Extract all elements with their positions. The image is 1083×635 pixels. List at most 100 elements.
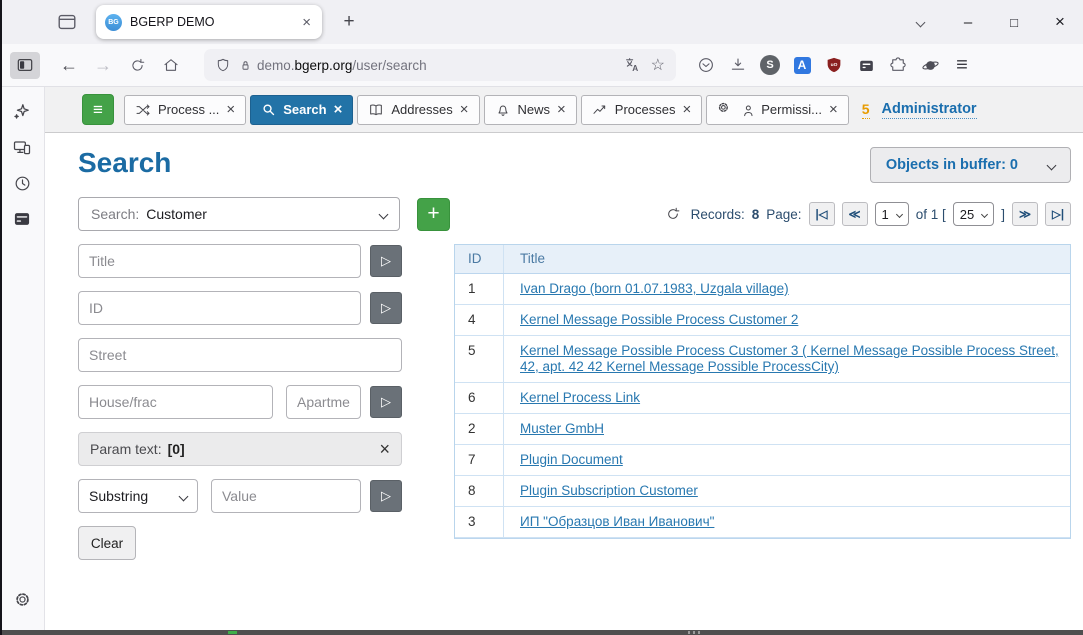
- app-tab-close-icon[interactable]: ×: [334, 101, 343, 118]
- browser-titlebar: BG BGERP DEMO × + – □ ×: [0, 0, 1083, 44]
- lock-icon[interactable]: [238, 58, 253, 73]
- clear-button[interactable]: Clear: [78, 526, 136, 560]
- page-of-text: of 1 [: [916, 207, 946, 222]
- sidebar-toggle-button[interactable]: [10, 52, 40, 79]
- table-row: 3 ИП "Образцов Иван Иванович": [455, 507, 1070, 538]
- row-title-link[interactable]: Kernel Message Possible Process Customer…: [520, 343, 1059, 374]
- page-number-value: 1: [882, 207, 889, 222]
- history-button[interactable]: [6, 168, 38, 198]
- apartment-input[interactable]: [286, 385, 361, 419]
- app-tab-close-icon[interactable]: ×: [683, 101, 692, 118]
- downloads-button[interactable]: [722, 50, 754, 80]
- app-tab-processes[interactable]: Processes ×: [581, 95, 702, 125]
- app-tab-label: News: [518, 102, 551, 117]
- shield-icon[interactable]: [215, 57, 231, 73]
- row-title-link[interactable]: ИП "Образцов Иван Иванович": [520, 514, 714, 529]
- reload-icon: [129, 57, 146, 74]
- run-address-search-button[interactable]: ▷: [370, 386, 402, 418]
- first-page-button[interactable]: |◁: [809, 202, 835, 226]
- param-close-icon[interactable]: ×: [379, 439, 390, 460]
- site-favicon: BG: [105, 14, 122, 31]
- bookmark-star-icon[interactable]: ☆: [651, 55, 665, 75]
- app-tab-process[interactable]: Process ... ×: [124, 95, 246, 125]
- id-input[interactable]: [78, 291, 361, 325]
- new-tab-button[interactable]: +: [334, 7, 364, 37]
- chevron-down-icon: [981, 210, 988, 217]
- url-bar[interactable]: demo.bgerp.org/user/search A ☆: [204, 49, 676, 81]
- app-tab-close-icon[interactable]: ×: [460, 101, 469, 118]
- tab-list-button[interactable]: [903, 7, 937, 37]
- translate-icon[interactable]: A: [624, 56, 642, 74]
- app-tab-label: Process ...: [158, 102, 219, 117]
- translate-extension-button[interactable]: A: [786, 50, 818, 80]
- ai-chat-button[interactable]: [6, 96, 38, 126]
- app-tab-close-icon[interactable]: ×: [557, 101, 566, 118]
- firefox-view-button[interactable]: [52, 7, 82, 37]
- row-title-link[interactable]: Kernel Process Link: [520, 390, 640, 405]
- bracket-text: ]: [1001, 207, 1005, 222]
- match-type-value: Substring: [89, 488, 148, 504]
- home-button[interactable]: [154, 50, 188, 80]
- app-tab-close-icon[interactable]: ×: [226, 101, 235, 118]
- row-id: 7: [455, 445, 504, 475]
- app-menu-green-button[interactable]: ≡: [82, 94, 114, 125]
- row-title-link[interactable]: Plugin Document: [520, 452, 623, 467]
- maximize-button[interactable]: □: [991, 0, 1037, 44]
- tab-close-icon[interactable]: ×: [300, 14, 313, 31]
- app-tab-search[interactable]: Search ×: [250, 95, 353, 125]
- extension-s-button[interactable]: S: [754, 50, 786, 80]
- app-tab-news[interactable]: News ×: [484, 95, 577, 125]
- value-input[interactable]: [211, 479, 361, 513]
- run-title-search-button[interactable]: ▷: [370, 245, 402, 277]
- next-page-button[interactable]: ≫: [1012, 202, 1038, 226]
- run-param-search-button[interactable]: ▷: [370, 480, 402, 512]
- ublock-button[interactable]: uO: [818, 50, 850, 80]
- title-input[interactable]: [78, 244, 361, 278]
- back-button[interactable]: ←: [52, 50, 86, 80]
- page-number-select[interactable]: 1: [875, 202, 909, 226]
- search-icon: [261, 102, 276, 117]
- planet-extension-button[interactable]: [914, 50, 946, 80]
- house-input[interactable]: [78, 385, 273, 419]
- match-type-select[interactable]: Substring: [78, 479, 198, 513]
- row-title-link[interactable]: Ivan Drago (born 01.07.1983, Uzgala vill…: [520, 281, 789, 296]
- add-button[interactable]: +: [417, 198, 450, 231]
- page-size-select[interactable]: 25: [953, 202, 994, 226]
- app-tab-close-icon[interactable]: ×: [829, 101, 838, 118]
- reload-button[interactable]: [120, 50, 154, 80]
- street-input[interactable]: [78, 338, 402, 372]
- user-link[interactable]: Administrator: [882, 101, 977, 119]
- app-menu-button[interactable]: ≡: [946, 50, 978, 80]
- last-page-button[interactable]: ▷|: [1045, 202, 1071, 226]
- prev-page-button[interactable]: ≪: [842, 202, 868, 226]
- row-title-link[interactable]: Kernel Message Possible Process Customer…: [520, 312, 798, 327]
- param-text-chip[interactable]: Param text: [0] ×: [78, 432, 402, 466]
- run-id-search-button[interactable]: ▷: [370, 292, 402, 324]
- clock-icon: [13, 174, 32, 193]
- refresh-icon[interactable]: [665, 206, 681, 222]
- chevron-down-icon: [1047, 160, 1057, 170]
- table-row: 8 Plugin Subscription Customer: [455, 476, 1070, 507]
- table-row: 4 Kernel Message Possible Process Custom…: [455, 305, 1070, 336]
- sidebar-settings-button[interactable]: [6, 584, 38, 614]
- search-type-select[interactable]: Search: Customer: [78, 197, 400, 231]
- pocket-button[interactable]: [690, 50, 722, 80]
- home-icon: [162, 56, 180, 74]
- extensions-button[interactable]: [882, 50, 914, 80]
- synced-tabs-button[interactable]: [6, 132, 38, 162]
- app-tab-addresses[interactable]: Addresses ×: [357, 95, 479, 125]
- page-title: Search: [78, 147, 171, 179]
- row-title-link[interactable]: Plugin Subscription Customer: [520, 483, 698, 498]
- browser-tab[interactable]: BG BGERP DEMO ×: [96, 5, 322, 39]
- table-header: ID Title: [455, 245, 1070, 274]
- notification-count[interactable]: 5: [862, 101, 870, 119]
- app-tab-permissions[interactable]: Permissi... ×: [706, 95, 848, 125]
- objects-in-buffer-button[interactable]: Objects in buffer: 0: [870, 147, 1071, 183]
- bookmarks-button[interactable]: [6, 204, 38, 234]
- card-extension-button[interactable]: [850, 50, 882, 80]
- close-window-button[interactable]: ×: [1037, 0, 1083, 44]
- url-subdomain: demo.: [257, 58, 295, 73]
- minimize-button[interactable]: –: [945, 0, 991, 44]
- row-title-link[interactable]: Muster GmbH: [520, 421, 604, 436]
- forward-button[interactable]: →: [86, 50, 120, 80]
